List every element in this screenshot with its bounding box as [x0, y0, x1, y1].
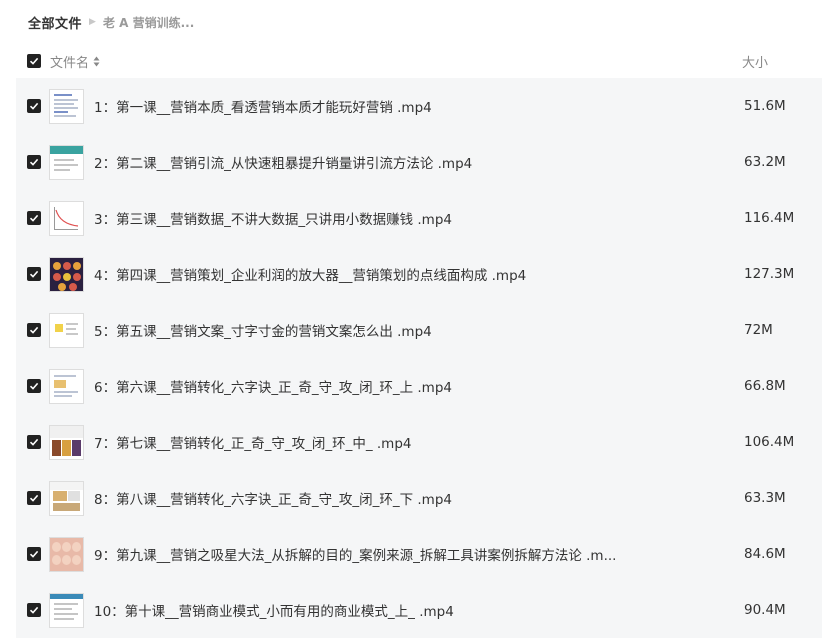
- file-size: 51.6M: [744, 98, 786, 114]
- breadcrumb-root-link[interactable]: 全部文件: [28, 13, 82, 32]
- select-all-checkbox[interactable]: [27, 54, 41, 68]
- checkmark-icon: [29, 214, 39, 222]
- breadcrumb-current: 老 A 营销训练...: [102, 15, 195, 30]
- file-name[interactable]: 3：第三课__营销数据_不讲大数据_只讲用小数据赚钱 .mp4: [94, 208, 452, 228]
- file-size: 63.3M: [744, 490, 786, 506]
- file-size: 127.3M: [744, 266, 795, 282]
- checkmark-icon: [29, 550, 39, 558]
- video-thumbnail[interactable]: [49, 424, 84, 460]
- file-name[interactable]: 7：第七课__营销转化_正_奇_守_攻_闭_环_中_ .mp4: [94, 432, 411, 452]
- column-header-name-label: 文件名: [50, 55, 90, 71]
- file-size: 72M: [744, 322, 773, 338]
- row-checkbox[interactable]: [27, 211, 41, 225]
- checkmark-icon: [29, 326, 39, 334]
- row-checkbox[interactable]: [27, 435, 41, 449]
- checkmark-icon: [29, 438, 39, 446]
- file-size: 84.6M: [744, 546, 786, 562]
- video-thumbnail[interactable]: [49, 256, 84, 292]
- video-thumbnail[interactable]: [49, 200, 84, 236]
- row-checkbox[interactable]: [27, 267, 41, 281]
- file-size: 66.8M: [744, 378, 786, 394]
- column-header-name[interactable]: 文件名: [50, 52, 100, 71]
- file-row[interactable]: 2：第二课__营销引流_从快速粗暴提升销量讲引流方法论 .mp4 63.2M: [16, 134, 822, 190]
- file-row[interactable]: 4：第四课__营销策划_企业利润的放大器__营销策划的点线面构成 .mp4 12…: [16, 246, 822, 302]
- file-row[interactable]: 6：第六课__营销转化_六字诀_正_奇_守_攻_闭_环_上 .mp4 66.8M: [16, 358, 822, 414]
- file-list: 1：第一课__营销本质_看透营销本质才能玩好营销 .mp4 51.6M 2：第二…: [16, 78, 822, 638]
- file-row[interactable]: 3：第三课__营销数据_不讲大数据_只讲用小数据赚钱 .mp4 116.4M: [16, 190, 822, 246]
- row-checkbox[interactable]: [27, 547, 41, 561]
- checkmark-icon: [29, 102, 39, 110]
- video-thumbnail[interactable]: [49, 480, 84, 516]
- video-thumbnail[interactable]: [49, 368, 84, 404]
- row-checkbox[interactable]: [27, 155, 41, 169]
- row-checkbox[interactable]: [27, 323, 41, 337]
- file-row[interactable]: 7：第七课__营销转化_正_奇_守_攻_闭_环_中_ .mp4 106.4M: [16, 414, 822, 470]
- file-name[interactable]: 8：第八课__营销转化_六字诀_正_奇_守_攻_闭_环_下 .mp4: [94, 488, 452, 508]
- checkmark-icon: [29, 270, 39, 278]
- file-name[interactable]: 9：第九课__营销之吸星大法_从拆解的目的_案例来源_拆解工具讲案例拆解方法论 …: [94, 544, 616, 564]
- row-checkbox[interactable]: [27, 603, 41, 617]
- checkmark-icon: [29, 494, 39, 502]
- file-size: 90.4M: [744, 602, 786, 618]
- file-name[interactable]: 4：第四课__营销策划_企业利润的放大器__营销策划的点线面构成 .mp4: [94, 264, 526, 284]
- file-row[interactable]: 1：第一课__营销本质_看透营销本质才能玩好营销 .mp4 51.6M: [16, 78, 822, 134]
- video-thumbnail[interactable]: [49, 592, 84, 628]
- video-thumbnail[interactable]: [49, 144, 84, 180]
- file-row[interactable]: 5：第五课__营销文案_寸字寸金的营销文案怎么出 .mp4 72M: [16, 302, 822, 358]
- file-size: 106.4M: [744, 434, 795, 450]
- file-size: 116.4M: [744, 210, 795, 226]
- file-name[interactable]: 6：第六课__营销转化_六字诀_正_奇_守_攻_闭_环_上 .mp4: [94, 376, 452, 396]
- checkmark-icon: [29, 606, 39, 614]
- file-list-header: 文件名 大小: [16, 44, 822, 78]
- file-row[interactable]: 10：第十课__营销商业模式_小而有用的商业模式_上_ .mp4 90.4M: [16, 582, 822, 638]
- breadcrumb: 全部文件 ▶ 老 A 营销训练...: [28, 12, 194, 32]
- file-name[interactable]: 10：第十课__营销商业模式_小而有用的商业模式_上_ .mp4: [94, 600, 454, 620]
- sort-icon[interactable]: [93, 55, 100, 67]
- file-name[interactable]: 2：第二课__营销引流_从快速粗暴提升销量讲引流方法论 .mp4: [94, 152, 472, 172]
- video-thumbnail[interactable]: [49, 88, 84, 124]
- checkmark-icon: [29, 158, 39, 166]
- column-header-size[interactable]: 大小: [742, 52, 768, 71]
- file-row[interactable]: 9：第九课__营销之吸星大法_从拆解的目的_案例来源_拆解工具讲案例拆解方法论 …: [16, 526, 822, 582]
- chevron-right-icon: ▶: [89, 17, 96, 27]
- row-checkbox[interactable]: [27, 491, 41, 505]
- file-size: 63.2M: [744, 154, 786, 170]
- file-name[interactable]: 5：第五课__营销文案_寸字寸金的营销文案怎么出 .mp4: [94, 320, 432, 340]
- row-checkbox[interactable]: [27, 99, 41, 113]
- checkmark-icon: [29, 382, 39, 390]
- row-checkbox[interactable]: [27, 379, 41, 393]
- file-name[interactable]: 1：第一课__营销本质_看透营销本质才能玩好营销 .mp4: [94, 96, 432, 116]
- video-thumbnail[interactable]: [49, 536, 84, 572]
- checkmark-icon: [29, 57, 39, 65]
- video-thumbnail[interactable]: [49, 312, 84, 348]
- file-row[interactable]: 8：第八课__营销转化_六字诀_正_奇_守_攻_闭_环_下 .mp4 63.3M: [16, 470, 822, 526]
